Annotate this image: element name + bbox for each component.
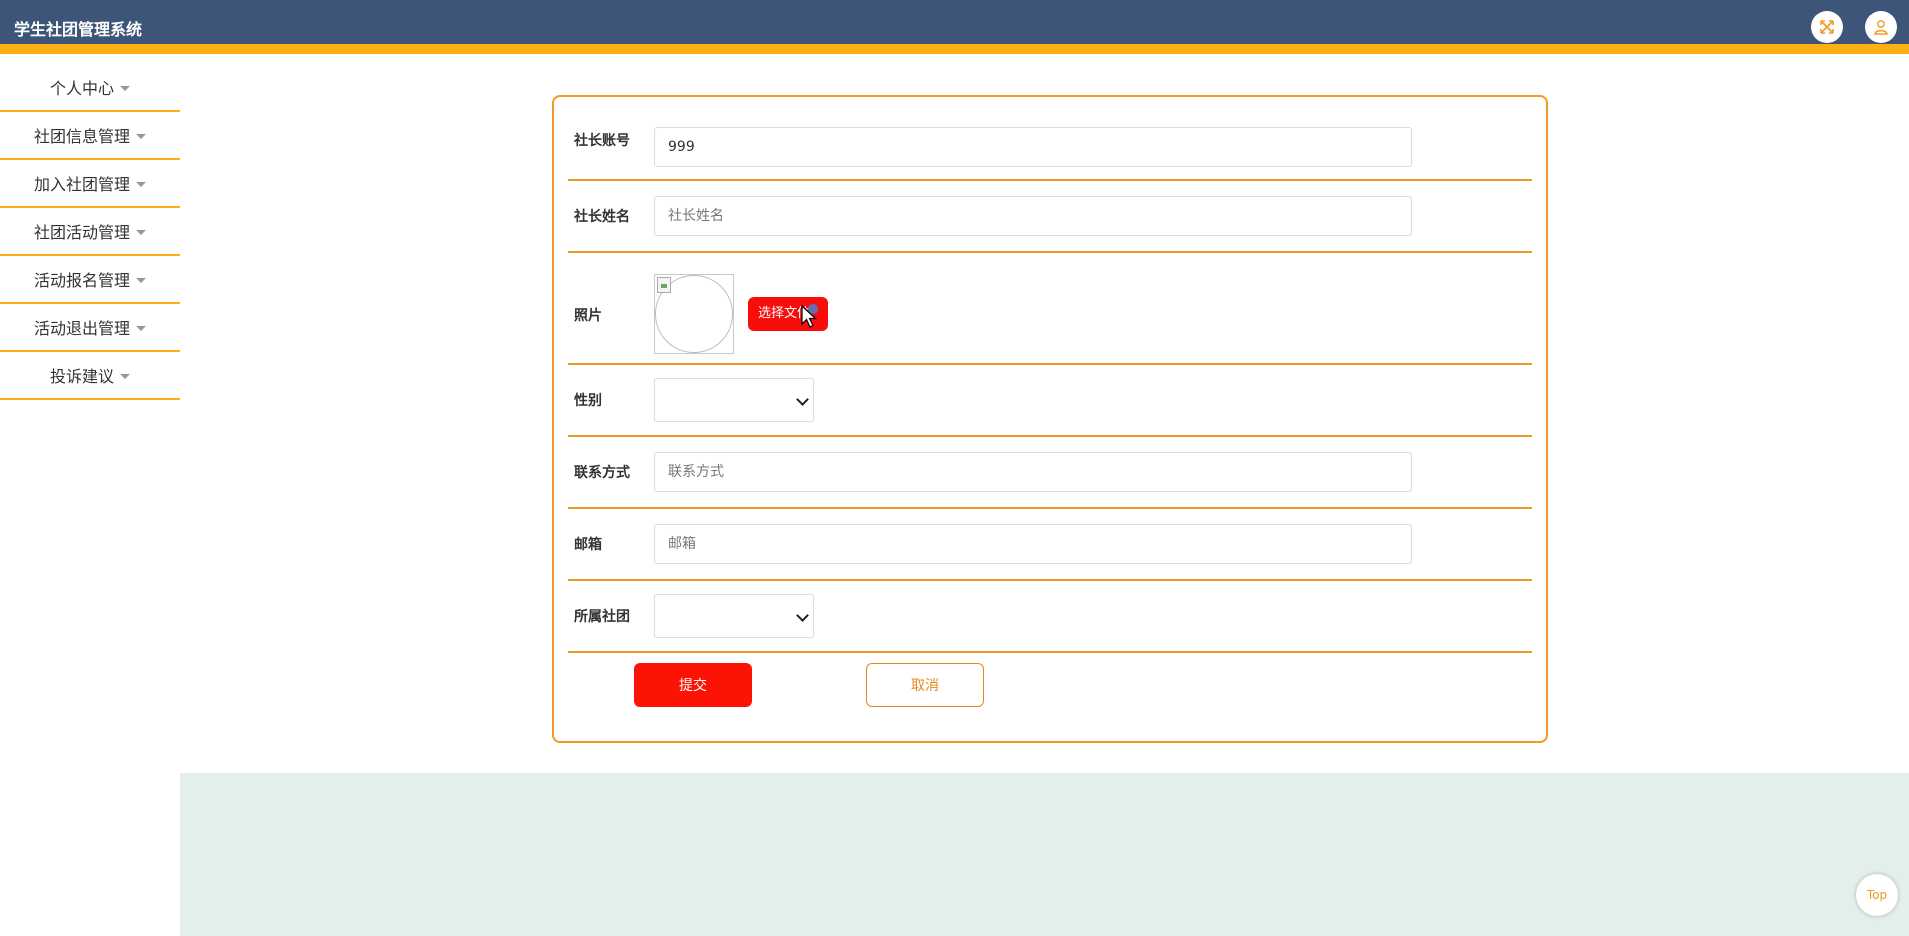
sidebar-item-join-club[interactable]: 加入社团管理 <box>0 160 180 208</box>
submit-button[interactable]: 提交 <box>634 663 752 707</box>
app-title: 学生社团管理系统 <box>14 20 143 39</box>
president-form: 社长账号 社长姓名 照片 选择文件 性别 联系方式 邮箱 所属社团 <box>552 95 1548 743</box>
chevron-down-icon <box>796 609 809 622</box>
email-label: 邮箱 <box>574 537 602 553</box>
sidebar-item-personal-center[interactable]: 个人中心 <box>0 64 180 112</box>
chevron-down-icon <box>796 393 809 406</box>
club-select[interactable] <box>654 594 814 638</box>
account-label: 社长账号 <box>574 133 630 149</box>
sidebar-item-label: 加入社团管理 <box>33 175 130 194</box>
sidebar-item-club-activity[interactable]: 社团活动管理 <box>0 208 180 256</box>
user-icon <box>1874 20 1888 35</box>
account-input[interactable] <box>654 127 1412 167</box>
name-label: 社长姓名 <box>574 209 630 225</box>
mouse-cursor-icon <box>801 304 818 328</box>
sidebar-item-activity-signup[interactable]: 活动报名管理 <box>0 256 180 304</box>
form-row-name: 社长姓名 <box>568 181 1532 253</box>
sidebar-item-label: 社团活动管理 <box>33 223 130 242</box>
caret-down-icon <box>136 325 146 331</box>
name-input[interactable] <box>654 196 1412 236</box>
photo-label: 照片 <box>574 308 602 324</box>
caret-down-icon <box>120 85 130 91</box>
sidebar: 个人中心 社团信息管理 加入社团管理 社团活动管理 活动报名管理 活动退出管理 … <box>0 64 180 400</box>
contact-input[interactable] <box>654 452 1412 492</box>
top-header: 学生社团管理系统 <box>0 0 1909 54</box>
sidebar-item-label: 个人中心 <box>49 79 114 98</box>
caret-down-icon <box>120 373 130 379</box>
sidebar-item-label: 社团信息管理 <box>33 127 130 146</box>
form-row-club: 所属社团 <box>568 581 1532 653</box>
caret-down-icon <box>136 181 146 187</box>
content-bottom-band <box>180 773 1909 936</box>
form-row-contact: 联系方式 <box>568 437 1532 509</box>
user-menu-button[interactable] <box>1865 11 1897 43</box>
club-label: 所属社团 <box>574 609 630 625</box>
broken-image-icon <box>657 277 671 293</box>
cancel-button[interactable]: 取消 <box>866 663 984 707</box>
sidebar-item-label: 投诉建议 <box>49 367 114 386</box>
form-row-gender: 性别 <box>568 365 1532 437</box>
sidebar-item-label: 活动报名管理 <box>33 271 130 290</box>
fullscreen-button[interactable] <box>1811 11 1843 43</box>
caret-down-icon <box>136 229 146 235</box>
contact-label: 联系方式 <box>574 465 630 481</box>
sidebar-item-complaints[interactable]: 投诉建议 <box>0 352 180 400</box>
sidebar-item-label: 活动退出管理 <box>33 319 130 338</box>
form-row-email: 邮箱 <box>568 509 1532 581</box>
sidebar-item-club-info[interactable]: 社团信息管理 <box>0 112 180 160</box>
back-to-top-button[interactable]: Top <box>1856 874 1898 916</box>
caret-down-icon <box>136 277 146 283</box>
form-row-photo: 照片 选择文件 <box>568 253 1532 365</box>
expand-arrows-icon <box>1820 20 1834 34</box>
email-input[interactable] <box>654 524 1412 564</box>
sidebar-item-activity-exit[interactable]: 活动退出管理 <box>0 304 180 352</box>
caret-down-icon <box>136 133 146 139</box>
form-row-account: 社长账号 <box>568 97 1532 181</box>
gender-label: 性别 <box>574 393 602 409</box>
photo-preview <box>654 274 734 354</box>
gender-select[interactable] <box>654 378 814 422</box>
